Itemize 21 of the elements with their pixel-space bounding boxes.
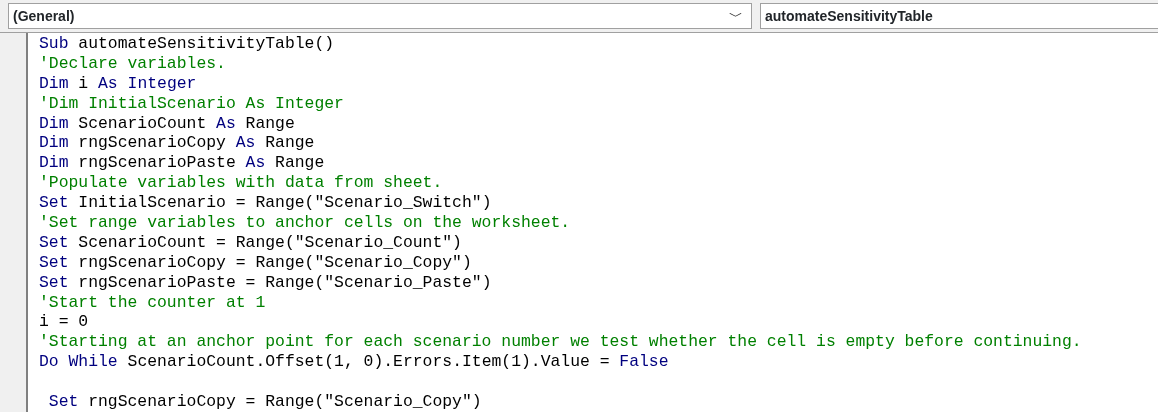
- caret-icon[interactable]: ﹀: [729, 5, 747, 27]
- code-line: Dim rngScenarioCopy As Range: [39, 133, 316, 154]
- object-dropdown[interactable]: (General) ﹀: [8, 3, 752, 29]
- code-line: i = 0: [39, 312, 90, 333]
- code-line: Dim ScenarioCount As Range: [39, 113, 296, 134]
- code-line: Set InitialScenario = Range("Scenario_Switch"): [39, 193, 493, 213]
- code-line: Dim i As Integer: [39, 73, 198, 94]
- code-line: Set rngScenarioCopy = Range("Scenario_Copy"): [47, 392, 483, 412]
- code-line: Do While ScenarioCount.Offset(1, 0).Errors.Item(1).Value = False: [39, 352, 670, 373]
- code-line: 'Set range variables to anchor cells on the worksheet.: [39, 213, 572, 233]
- code-line: Dim rngScenarioPaste As Range: [39, 153, 326, 174]
- code-line: Sub automateSensitivityTable(): [39, 34, 336, 54]
- code-line: Set rngScenarioPaste = Range("Scenario_Paste"): [39, 272, 493, 293]
- code-line: 'Populate variables with data from sheet.: [39, 173, 444, 194]
- code-line: 'Dim InitialScenario As Integer: [39, 93, 345, 114]
- procedure-dropdown[interactable]: automateSensitivityTable: [760, 3, 1158, 29]
- code-line: 'Starting at an anchor point for each scenario number we test whether the cell is empty before continuing.: [39, 332, 1083, 353]
- code-line: Set ScenarioCount = Range("Scenario_Count"): [39, 232, 463, 253]
- code-line: 'Declare variables.: [39, 53, 227, 74]
- code-line: 'Start the counter at 1: [39, 292, 267, 313]
- code-line: Set rngScenarioCopy = Range("Scenario_Copy"): [39, 252, 473, 273]
